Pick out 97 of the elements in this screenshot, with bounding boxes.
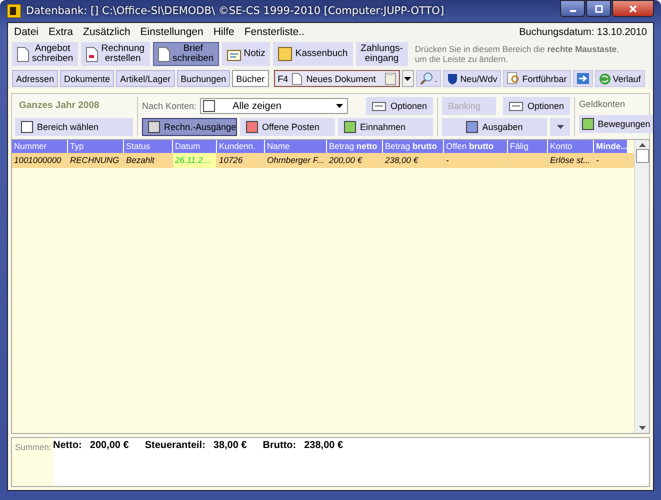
caret-icon — [336, 104, 343, 108]
column-header[interactable]: Betrag brutto — [383, 140, 444, 153]
column-header[interactable]: Status — [124, 140, 173, 153]
table-cell: - — [444, 153, 508, 168]
booking-date: Buchungsdatum: 13.10.2010 — [519, 26, 647, 38]
shield-icon — [447, 72, 458, 84]
window-icon — [372, 102, 386, 110]
toolbar-button[interactable]: Notiz — [222, 42, 270, 66]
scroll-up-icon[interactable] — [638, 143, 646, 147]
close-button[interactable] — [612, 0, 654, 17]
toolbar-button[interactable]: Angebot schreiben — [12, 42, 78, 66]
accounts-dropdown[interactable]: Alle zeigen — [200, 98, 348, 114]
range-button[interactable]: Bereich wählen — [15, 118, 133, 136]
table-row[interactable]: 1001000000 RECHNUNG Bezahlt 26.11.2... 10726 Ohrnberger F... 200,00 € 238,00 € - Erlöse st... - — [12, 153, 634, 168]
category-button[interactable]: Bewegungen — [579, 115, 653, 133]
nav-tab[interactable]: Buchungen — [176, 70, 230, 87]
table-cell: 10726 — [217, 153, 265, 168]
clipboard-icon — [384, 72, 396, 85]
app-logo-icon — [7, 4, 21, 18]
money-accounts-label: Geldkonten — [579, 98, 626, 109]
toolbar-button[interactable]: Rechnung erstellen — [81, 42, 150, 66]
column-header[interactable]: Minde... — [594, 140, 628, 153]
toolbar-button[interactable]: Zahlungs- eingang — [356, 42, 408, 66]
category-button[interactable]: Ausgaben — [442, 118, 547, 136]
table-cell: Erlöse st... — [548, 153, 594, 168]
cashbook-icon — [278, 47, 292, 61]
document-name: Neues Dokument — [306, 74, 377, 84]
column-header[interactable]: Typ — [68, 140, 124, 153]
menu-item[interactable]: Datei — [14, 26, 39, 38]
category-button[interactable]: Offene Posten — [240, 118, 335, 136]
forward-button[interactable] — [572, 70, 593, 87]
menu-item[interactable]: Extra — [48, 26, 74, 38]
close-icon — [629, 4, 637, 12]
options-button[interactable]: Optionen — [366, 97, 433, 115]
column-header[interactable]: Nummer — [12, 140, 68, 153]
document-icon — [158, 46, 170, 62]
menu-item[interactable]: Hilfe — [213, 26, 234, 38]
summary-label: Brutto: — [262, 440, 296, 451]
minimize-button[interactable] — [560, 0, 585, 17]
column-header[interactable]: Kundenn. — [217, 140, 265, 153]
search-icon — [420, 72, 433, 85]
invoice-icon — [86, 46, 98, 62]
maximize-icon — [594, 4, 602, 12]
scroll-down-icon[interactable] — [638, 426, 646, 430]
column-header[interactable]: Konto — [548, 140, 594, 153]
column-header[interactable]: Datum — [173, 140, 217, 153]
column-header[interactable]: Betrag netto — [327, 140, 383, 153]
action-button[interactable]: Verlauf — [594, 70, 645, 87]
toolbar-button[interactable]: Brief schreiben — [152, 42, 219, 66]
category-button[interactable]: Einnahmen — [338, 118, 433, 136]
caret-icon — [404, 76, 412, 80]
nav-tab[interactable]: Bücher — [232, 70, 269, 87]
search-button[interactable]: . — [416, 70, 442, 87]
window-icon — [509, 102, 524, 110]
options-button[interactable]: Optionen — [503, 97, 570, 115]
table-cell: Ohrnberger F... — [265, 153, 327, 168]
magnifier-icon — [507, 72, 520, 85]
category-button[interactable]: Rechn.-Ausgänge — [142, 118, 237, 136]
nav-tab[interactable]: Artikel/Lager — [116, 70, 175, 87]
summary-value: 238,00 € — [304, 440, 344, 451]
table-cell: RECHNUNG — [68, 153, 124, 168]
vertical-scrollbar[interactable] — [634, 140, 649, 433]
summary-label: Steueranteil: — [144, 440, 206, 451]
nav-tab[interactable]: Adressen — [12, 70, 58, 87]
document-icon — [292, 72, 302, 84]
action-button[interactable]: Fortführbar — [503, 70, 571, 87]
column-header[interactable]: Name — [265, 140, 327, 153]
menu-item[interactable]: Zusätzlich — [83, 26, 130, 38]
accounts-label: Nach Konten: — [142, 101, 197, 111]
column-header[interactable]: Fälig — [508, 140, 548, 153]
shortcut-label: F4 — [278, 74, 288, 84]
menu-item[interactable]: Fensterliste.. — [244, 26, 304, 38]
summary-value: 200,00 € — [90, 440, 129, 451]
menu-item[interactable]: Einstellungen — [140, 26, 204, 38]
table-cell: 238,00 € — [383, 153, 444, 168]
summary-label: Netto: — [53, 440, 82, 451]
document-field[interactable]: F4 Neues Dokument — [274, 70, 400, 87]
hint-text: Drücken Sie in diesem Bereich die rechte Maustaste, um die Leiste zu ändern. — [414, 44, 620, 64]
table-cell: 200,00 € — [327, 153, 383, 168]
document-icon — [17, 46, 29, 62]
dropdown-button[interactable] — [402, 70, 414, 87]
caret-icon — [556, 125, 564, 129]
table-cell: 26.11.2... — [173, 153, 217, 168]
period-label: Ganzes Jahr 2008 — [18, 99, 100, 111]
nav-tab[interactable]: Dokumente — [60, 70, 114, 87]
toolbar-button[interactable]: Kassenbuch — [273, 42, 353, 66]
summary-value: 38,00 € — [213, 440, 247, 451]
table-cell: - — [594, 153, 628, 168]
action-button[interactable]: Neu/Wdv — [443, 70, 502, 87]
table-cell: 1001000000 — [12, 153, 68, 168]
summary-label: Summen: — [15, 442, 52, 452]
scrollbar-thumb[interactable] — [636, 149, 648, 163]
notepad-icon — [226, 48, 241, 60]
arrow-right-icon — [576, 73, 589, 84]
column-header[interactable]: Offen brutto — [444, 140, 508, 153]
maximize-button[interactable] — [586, 0, 611, 17]
window-title: Datenbank: [] C:\Office-SI\DEMODB\ ©SE-CS 1999-2010 [Computer:JUPP-OTTO] — [26, 5, 444, 17]
